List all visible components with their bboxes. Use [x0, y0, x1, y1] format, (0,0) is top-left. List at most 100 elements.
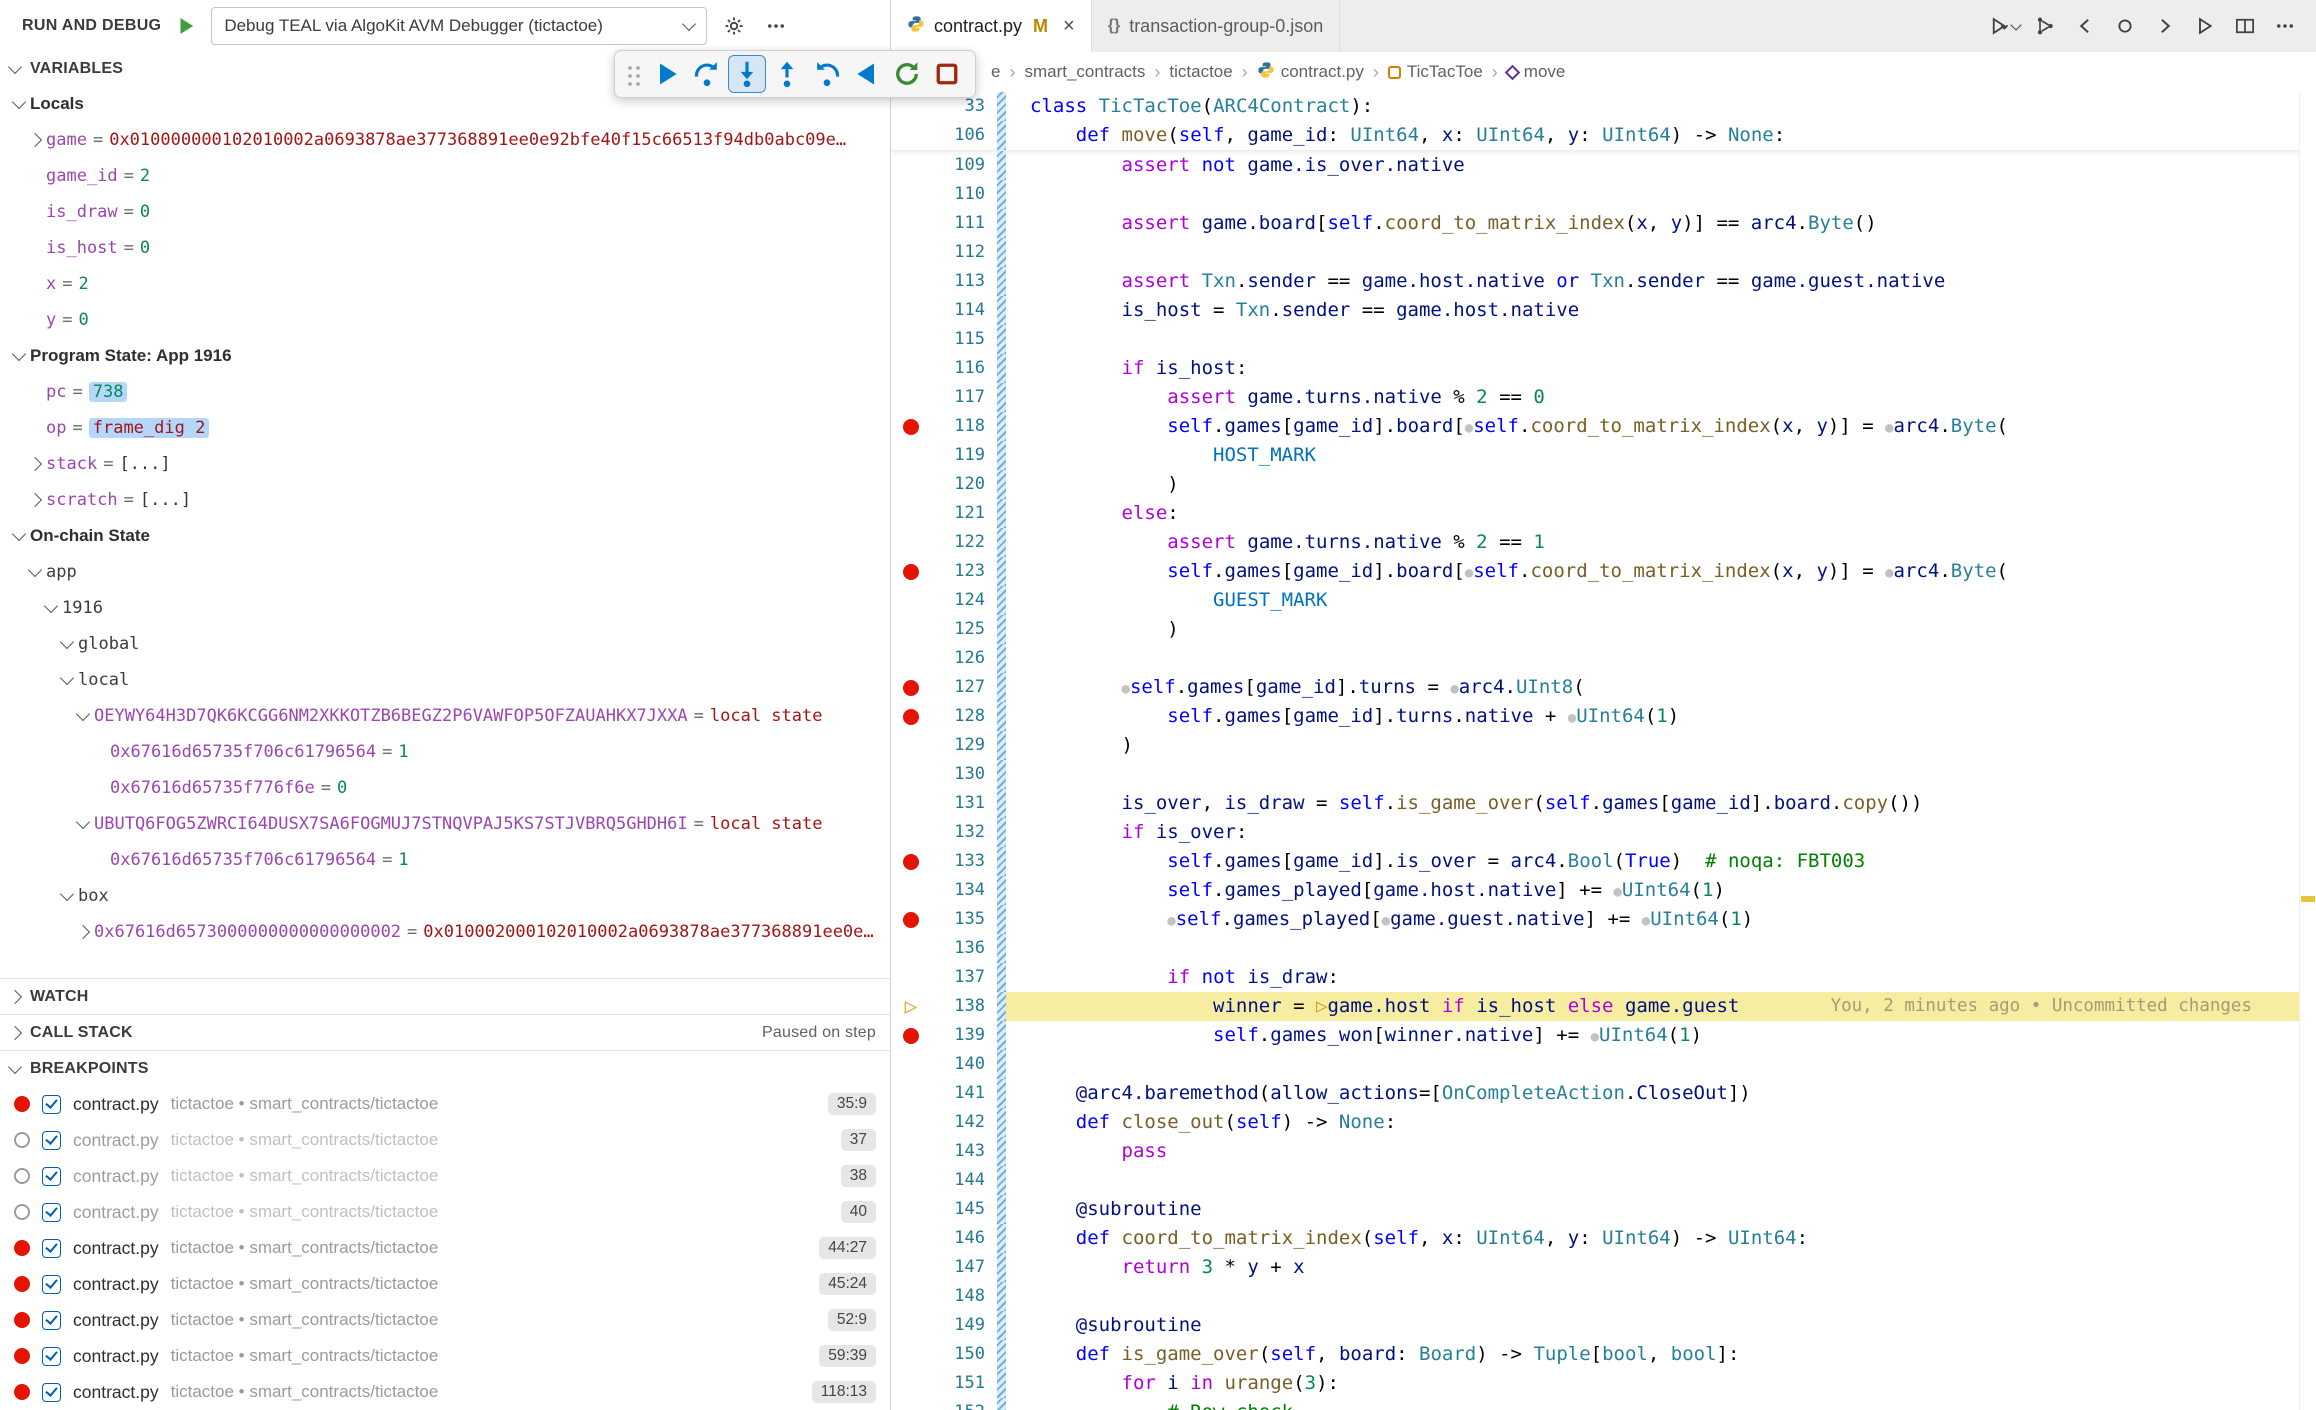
- breakpoint-checkbox[interactable]: [42, 1347, 61, 1366]
- debug-config-dropdown[interactable]: Debug TEAL via AlgoKit AVM Debugger (tic…: [211, 7, 707, 45]
- breakpoint-gutter[interactable]: [891, 1166, 931, 1195]
- breakpoint-dot[interactable]: [903, 709, 919, 725]
- step-back-button[interactable]: [809, 56, 845, 92]
- breadcrumb-item-tictactoe[interactable]: tictactoe: [1169, 62, 1232, 82]
- code-line-content[interactable]: def coord_to_matrix_index(self, x: UInt6…: [1006, 1224, 2316, 1253]
- breakpoint-gutter[interactable]: [891, 441, 931, 470]
- run-python-file-button[interactable]: [1988, 9, 2022, 43]
- variable-row[interactable]: game=0x010000000102010002a0693878ae37736…: [0, 122, 890, 158]
- breakpoint-gutter[interactable]: [891, 121, 931, 150]
- variable-row[interactable]: stack=[...]: [0, 446, 890, 482]
- variable-row[interactable]: op=frame_dig 2: [0, 410, 890, 446]
- breakpoint-gutter[interactable]: [891, 1311, 931, 1340]
- code-line-118[interactable]: 118 self.games[game_id].board[●self.coor…: [891, 412, 2316, 441]
- step-out-button[interactable]: [769, 56, 805, 92]
- breakpoint-gutter[interactable]: [891, 876, 931, 905]
- code-line-135[interactable]: 135 ●self.games_played[●game.guest.nativ…: [891, 905, 2316, 934]
- breakpoint-checkbox[interactable]: [42, 1383, 61, 1402]
- tab-contract.py[interactable]: contract.pyM×: [891, 0, 1092, 52]
- code-line-143[interactable]: 143 pass: [891, 1137, 2316, 1166]
- variable-row[interactable]: scratch=[...]: [0, 482, 890, 518]
- code-line-content[interactable]: def is_game_over(self, board: Board) -> …: [1006, 1340, 2316, 1369]
- code-line-content[interactable]: if is_over:: [1006, 818, 2316, 847]
- breakpoint-gutter[interactable]: [891, 1079, 931, 1108]
- code-line-content[interactable]: [1006, 180, 2316, 209]
- breakpoint-gutter[interactable]: [891, 586, 931, 615]
- breakpoint-dot[interactable]: [903, 564, 919, 580]
- breakpoint-checkbox[interactable]: [42, 1239, 61, 1258]
- breakpoint-gutter[interactable]: [891, 1195, 931, 1224]
- code-line-146[interactable]: 146 def coord_to_matrix_index(self, x: U…: [891, 1224, 2316, 1253]
- breakpoint-gutter[interactable]: [891, 1224, 931, 1253]
- breakpoint-gutter[interactable]: [891, 383, 931, 412]
- code-line-content[interactable]: self.games_won[winner.native] += ●UInt64…: [1006, 1021, 2316, 1050]
- code-line-content[interactable]: @arc4.baremethod(allow_actions=[OnComple…: [1006, 1079, 2316, 1108]
- breakpoint-gutter[interactable]: [891, 789, 931, 818]
- code-line-127[interactable]: 127 ●self.games[game_id].turns = ●arc4.U…: [891, 673, 2316, 702]
- breakpoint-gutter[interactable]: [891, 1340, 931, 1369]
- breakpoint-list-item[interactable]: contract.pytictactoe • smart_contracts/t…: [0, 1086, 890, 1122]
- breakpoint-dot[interactable]: [903, 1028, 919, 1044]
- breadcrumb-item-smart_contracts[interactable]: smart_contracts: [1024, 62, 1145, 82]
- breakpoint-list-item[interactable]: contract.pytictactoe • smart_contracts/t…: [0, 1122, 890, 1158]
- variable-row[interactable]: is_host=0: [0, 230, 890, 266]
- breakpoint-list-item[interactable]: contract.pytictactoe • smart_contracts/t…: [0, 1338, 890, 1374]
- code-line-content[interactable]: [1006, 1050, 2316, 1079]
- gear-icon[interactable]: [719, 11, 749, 41]
- code-line-152[interactable]: 152 # Row check: [891, 1398, 2316, 1410]
- code-line-138[interactable]: ▷138 winner = ▷game.host if is_host else…: [891, 992, 2316, 1021]
- breakpoints-section-header[interactable]: BREAKPOINTS: [0, 1050, 890, 1086]
- breakpoint-gutter[interactable]: [891, 296, 931, 325]
- code-line-142[interactable]: 142 def close_out(self) -> None:: [891, 1108, 2316, 1137]
- breadcrumb[interactable]: e›smart_contracts›tictactoe›contract.py›…: [891, 52, 2316, 92]
- breakpoint-gutter[interactable]: [891, 209, 931, 238]
- code-line-126[interactable]: 126: [891, 644, 2316, 673]
- variable-row[interactable]: game_id=2: [0, 158, 890, 194]
- breakpoint-gutter[interactable]: [891, 615, 931, 644]
- navigate-forward-icon[interactable]: [2148, 9, 2182, 43]
- code-line-content[interactable]: assert game.turns.native % 2 == 1: [1006, 528, 2316, 557]
- breakpoint-list-item[interactable]: contract.pytictactoe • smart_contracts/t…: [0, 1158, 890, 1194]
- code-line-113[interactable]: 113 assert Txn.sender == game.host.nativ…: [891, 267, 2316, 296]
- breakpoint-gutter[interactable]: [891, 818, 931, 847]
- code-line-content[interactable]: ): [1006, 615, 2316, 644]
- breakpoint-checkbox[interactable]: [42, 1203, 61, 1222]
- variable-row[interactable]: OEYWY64H3D7QK6KCGG6NM2XKKOTZB6BEGZ2P6VAW…: [0, 698, 890, 734]
- breakpoint-gutter[interactable]: [891, 1253, 931, 1282]
- code-line-content[interactable]: winner = ▷game.host if is_host else game…: [1006, 992, 2316, 1021]
- overview-ruler[interactable]: [2299, 92, 2316, 1410]
- breakpoint-gutter[interactable]: [891, 1108, 931, 1137]
- breakpoint-gutter[interactable]: [891, 151, 931, 180]
- code-line-122[interactable]: 122 assert game.turns.native % 2 == 1: [891, 528, 2316, 557]
- breakpoint-checkbox[interactable]: [42, 1167, 61, 1186]
- code-line-content[interactable]: return 3 * y + x: [1006, 1253, 2316, 1282]
- code-line-content[interactable]: self.games[game_id].is_over = arc4.Bool(…: [1006, 847, 2316, 876]
- code-line-content[interactable]: self.games[game_id].board[●self.coord_to…: [1006, 412, 2316, 441]
- code-line-content[interactable]: assert not game.is_over.native: [1006, 151, 2316, 180]
- breakpoint-gutter[interactable]: [891, 847, 931, 876]
- breakpoint-gutter[interactable]: [891, 238, 931, 267]
- code-line-147[interactable]: 147 return 3 * y + x: [891, 1253, 2316, 1282]
- variable-row[interactable]: UBUTQ6FOG5ZWRCI64DUSX7SA6FOGMUJ7STNQVPAJ…: [0, 806, 890, 842]
- code-line-139[interactable]: 139 self.games_won[winner.native] += ●UI…: [891, 1021, 2316, 1050]
- breakpoint-gutter[interactable]: [891, 325, 931, 354]
- code-line-content[interactable]: self.games[game_id].turns.native + ●UInt…: [1006, 702, 2316, 731]
- breakpoint-list-item[interactable]: contract.pytictactoe • smart_contracts/t…: [0, 1194, 890, 1230]
- breakpoint-gutter[interactable]: [891, 557, 931, 586]
- code-line-136[interactable]: 136: [891, 934, 2316, 963]
- code-line-144[interactable]: 144: [891, 1166, 2316, 1195]
- code-line-content[interactable]: if is_host:: [1006, 354, 2316, 383]
- code-line-content[interactable]: GUEST_MARK: [1006, 586, 2316, 615]
- continue-button[interactable]: [649, 56, 685, 92]
- code-line-content[interactable]: [1006, 1166, 2316, 1195]
- code-line-content[interactable]: @subroutine: [1006, 1195, 2316, 1224]
- code-line-125[interactable]: 125 ): [891, 615, 2316, 644]
- code-line-128[interactable]: 128 self.games[game_id].turns.native + ●…: [891, 702, 2316, 731]
- code-line-111[interactable]: 111 assert game.board[self.coord_to_matr…: [891, 209, 2316, 238]
- variable-row[interactable]: global: [0, 626, 890, 662]
- code-line-content[interactable]: ): [1006, 731, 2316, 760]
- code-line-112[interactable]: 112: [891, 238, 2316, 267]
- breakpoint-gutter[interactable]: [891, 180, 931, 209]
- more-actions-button[interactable]: [2268, 9, 2302, 43]
- breakpoint-list-item[interactable]: contract.pytictactoe • smart_contracts/t…: [0, 1302, 890, 1338]
